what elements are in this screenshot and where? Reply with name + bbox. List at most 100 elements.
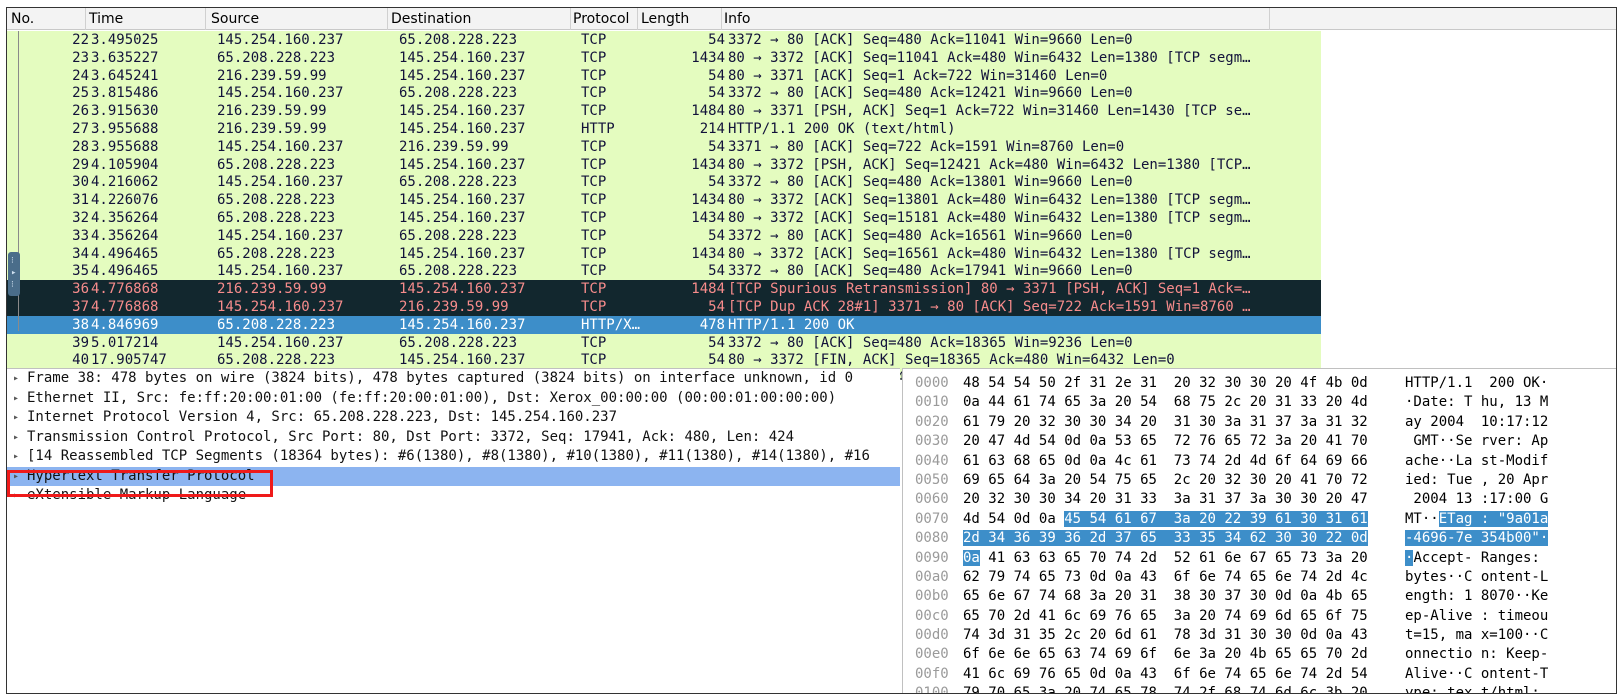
hex-byte[interactable]: 0d: [1300, 627, 1317, 643]
hex-byte[interactable]: 74: [963, 627, 980, 643]
hex-byte[interactable]: 65: [1140, 608, 1157, 624]
hex-byte[interactable]: 69: [1115, 646, 1132, 662]
hex-bytes[interactable]: 61 79 20 32 30 30 34 20 31 30 3a 31 37 3…: [963, 413, 1368, 432]
hex-byte[interactable]: 70: [1089, 550, 1106, 566]
ascii-bytes[interactable]: ay 2004 10:17:12: [1405, 413, 1548, 432]
hex-byte[interactable]: 6c: [1300, 685, 1317, 693]
hex-byte[interactable]: 54: [1351, 666, 1368, 682]
hex-byte[interactable]: 78: [1140, 685, 1157, 693]
hex-byte[interactable]: 35: [1039, 627, 1056, 643]
hex-byte[interactable]: 75: [1115, 472, 1132, 488]
hex-byte[interactable]: 3a: [1326, 550, 1343, 566]
hex-byte[interactable]: 3a: [1250, 491, 1267, 507]
hex-byte[interactable]: 70: [1326, 646, 1343, 662]
hex-byte[interactable]: 74: [1199, 453, 1216, 469]
hex-byte[interactable]: 20: [963, 491, 980, 507]
hex-byte[interactable]: 4b: [1250, 646, 1267, 662]
hex-byte[interactable]: 61: [1274, 510, 1292, 527]
packet-row[interactable]: 24 3.645241 216.239.59.99 145.254.160.237 TC…: [7, 66, 1321, 85]
ascii-bytes[interactable]: GMT··Se rver: Ap: [1405, 432, 1548, 451]
column-header-time[interactable]: Time: [89, 11, 123, 27]
detail-tree-item[interactable]: ▸ Frame 38: 478 bytes on wire (3824 bits)…: [7, 369, 900, 389]
hex-byte[interactable]: 3a: [1174, 491, 1191, 507]
hex-byte[interactable]: 31: [1199, 491, 1216, 507]
ascii-bytes[interactable]: bytes··C ontent-L: [1405, 568, 1548, 587]
hex-byte[interactable]: 2d: [1326, 666, 1343, 682]
hex-bytes[interactable]: 0a 41 63 63 65 70 74 2d 52 61 6e 67 65 7…: [963, 549, 1368, 568]
hex-byte[interactable]: 6e: [1275, 569, 1292, 585]
hex-byte[interactable]: 30: [1300, 491, 1317, 507]
hex-byte[interactable]: 30: [1300, 530, 1318, 547]
hex-byte[interactable]: 37: [1224, 588, 1241, 604]
hex-byte[interactable]: 6e: [1275, 666, 1292, 682]
ascii-bytes[interactable]: MT··ETag : "9a01a: [1405, 510, 1549, 529]
hex-byte[interactable]: 72: [1250, 433, 1267, 449]
hex-byte[interactable]: 70: [988, 608, 1005, 624]
packet-row[interactable]: 28 3.955688 145.254.160.237 216.239.59.99 TC…: [7, 137, 1321, 156]
packet-row[interactable]: 23 3.635227 65.208.228.223 145.254.160.237 T…: [7, 48, 1321, 67]
detail-tree-item[interactable]: ▸ Transmission Control Protocol, Src Port…: [7, 428, 900, 448]
hex-byte[interactable]: 6d: [1275, 608, 1292, 624]
hex-byte[interactable]: 31: [1325, 510, 1343, 527]
hex-byte[interactable]: 4d: [1250, 453, 1267, 469]
packet-row[interactable]: 32 4.356264 65.208.228.223 145.254.160.237 T…: [7, 208, 1321, 227]
hex-byte[interactable]: 32: [1039, 414, 1056, 430]
hex-byte[interactable]: 0d: [1014, 511, 1031, 527]
hex-byte[interactable]: 74: [1089, 685, 1106, 693]
hex-byte[interactable]: 20: [1115, 588, 1132, 604]
hex-byte[interactable]: 75: [1199, 394, 1216, 410]
hex-bytes[interactable]: 0a 44 61 74 65 3a 20 54 68 75 2c 20 31 3…: [963, 393, 1368, 412]
hex-bytes[interactable]: 62 79 74 65 73 0d 0a 43 6f 6e 74 65 6e 7…: [963, 568, 1368, 587]
hex-byte[interactable]: 20: [1140, 414, 1157, 430]
hex-byte[interactable]: 65: [1300, 646, 1317, 662]
hex-byte[interactable]: 30: [1014, 491, 1031, 507]
hex-byte[interactable]: 4c: [1115, 453, 1132, 469]
hex-byte[interactable]: 20: [1326, 394, 1343, 410]
hex-byte[interactable]: 69: [1326, 453, 1343, 469]
hex-byte[interactable]: 0a: [1089, 453, 1106, 469]
hex-byte[interactable]: 2c: [1174, 472, 1191, 488]
hex-byte[interactable]: 61: [1140, 627, 1157, 643]
hex-byte[interactable]: 64: [1014, 472, 1031, 488]
expand-arrow-icon[interactable]: ▸: [13, 447, 19, 467]
hex-byte[interactable]: 31: [1174, 414, 1191, 430]
column-header-source[interactable]: Source: [211, 11, 259, 27]
hex-byte[interactable]: 30: [1064, 414, 1081, 430]
hex-byte[interactable]: 3d: [988, 627, 1005, 643]
hex-byte[interactable]: 67: [1014, 588, 1031, 604]
hex-byte[interactable]: 4f: [1300, 375, 1317, 391]
packet-bytes-pane[interactable]: 0000 48 54 54 50 2f 31 2e 31 20 32 30 30 …: [902, 368, 1616, 693]
hex-byte[interactable]: 4c: [1351, 569, 1368, 585]
hex-byte[interactable]: 2d: [1224, 453, 1241, 469]
packet-row[interactable]: 29 4.105904 65.208.228.223 145.254.160.237 T…: [7, 155, 1321, 174]
hex-byte[interactable]: 0d: [1350, 530, 1368, 547]
hex-byte[interactable]: 31: [1140, 375, 1157, 391]
hex-byte[interactable]: 2d: [963, 530, 980, 547]
hex-byte[interactable]: 6e: [1224, 550, 1241, 566]
hex-byte[interactable]: 65: [1140, 530, 1157, 547]
hex-byte[interactable]: 0a: [1115, 569, 1132, 585]
hex-byte[interactable]: 0a: [1039, 511, 1056, 527]
hex-byte[interactable]: 31: [1224, 627, 1241, 643]
hex-byte[interactable]: 74: [1224, 569, 1241, 585]
hex-byte[interactable]: 3a: [1089, 394, 1106, 410]
hex-bytes[interactable]: 20 32 30 30 34 20 31 33 3a 31 37 3a 30 3…: [963, 490, 1368, 509]
hex-byte[interactable]: 33: [1140, 491, 1157, 507]
hex-byte[interactable]: 0a: [1115, 666, 1132, 682]
hex-bytes[interactable]: 74 3d 31 35 2c 20 6d 61 78 3d 31 30 30 0…: [963, 626, 1368, 645]
hex-byte[interactable]: 79: [988, 569, 1005, 585]
hex-byte[interactable]: 20: [1250, 394, 1267, 410]
hex-byte[interactable]: 65: [1039, 646, 1056, 662]
hex-byte[interactable]: 64: [1300, 453, 1317, 469]
hex-byte[interactable]: 6f: [1140, 646, 1157, 662]
hex-byte[interactable]: 34: [1115, 414, 1132, 430]
packet-row[interactable]: 30 4.216062 145.254.160.237 65.208.228.223 T…: [7, 173, 1321, 192]
ascii-bytes[interactable]: ·Date: T hu, 13 M: [1405, 393, 1548, 412]
hex-byte[interactable]: 65: [963, 588, 980, 604]
hex-byte[interactable]: 0d: [1089, 569, 1106, 585]
hex-byte[interactable]: 54: [1140, 394, 1157, 410]
hex-byte[interactable]: 30: [1224, 375, 1241, 391]
hex-byte[interactable]: 33: [1173, 530, 1191, 547]
hex-byte[interactable]: 20: [1326, 491, 1343, 507]
hex-byte[interactable]: 69: [963, 472, 980, 488]
